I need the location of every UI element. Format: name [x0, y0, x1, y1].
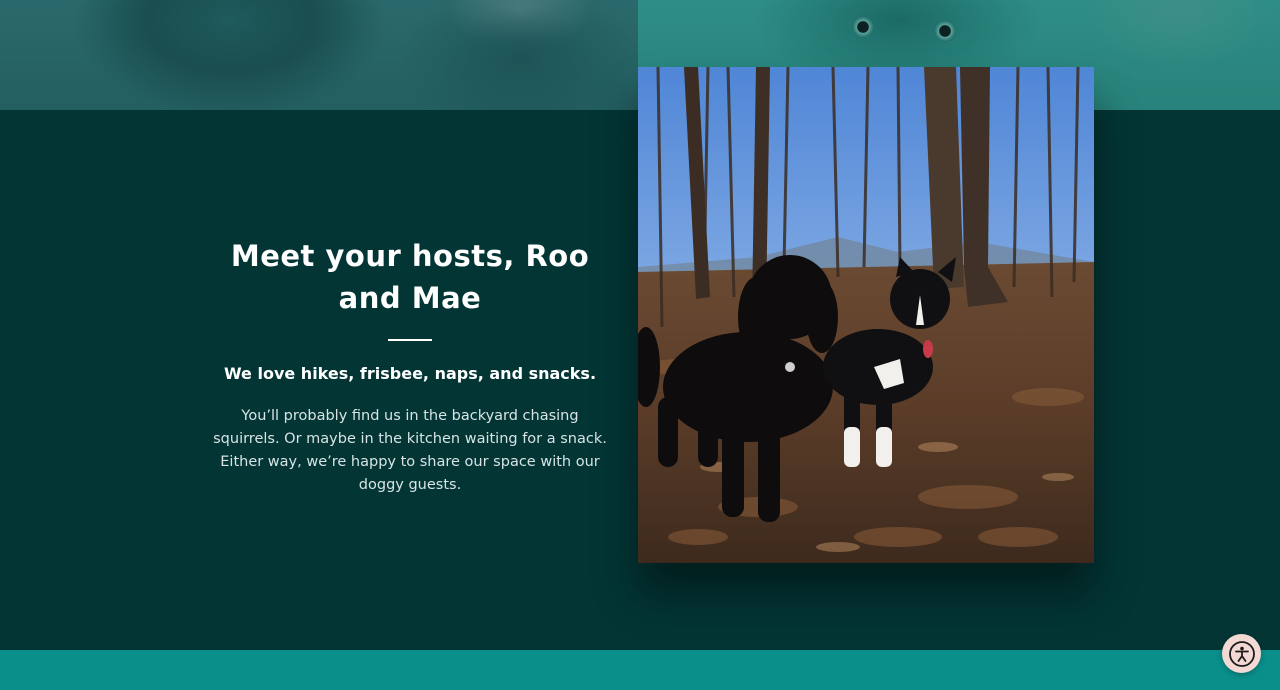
page: Meet your hosts, Roo and Mae We love hik…: [0, 0, 1280, 690]
hosts-subheading: We love hikes, frisbee, naps, and snacks…: [223, 364, 597, 383]
hosts-description: You’ll probably find us in the backyard …: [213, 408, 607, 493]
hosts-text-column: Meet your hosts, Roo and Mae We love hik…: [210, 235, 610, 497]
accessibility-button[interactable]: [1222, 634, 1261, 673]
hosts-heading: Meet your hosts, Roo and Mae: [230, 239, 590, 315]
dog-eye: [934, 20, 956, 42]
next-section-band: [0, 650, 1280, 690]
accessibility-icon: [1228, 640, 1255, 667]
hero-photo-left: [0, 0, 638, 110]
dog-eye: [852, 16, 874, 38]
dogs-in-forest-image: [638, 67, 1094, 563]
hosts-photo: [638, 67, 1094, 563]
heading-divider: [388, 339, 432, 341]
